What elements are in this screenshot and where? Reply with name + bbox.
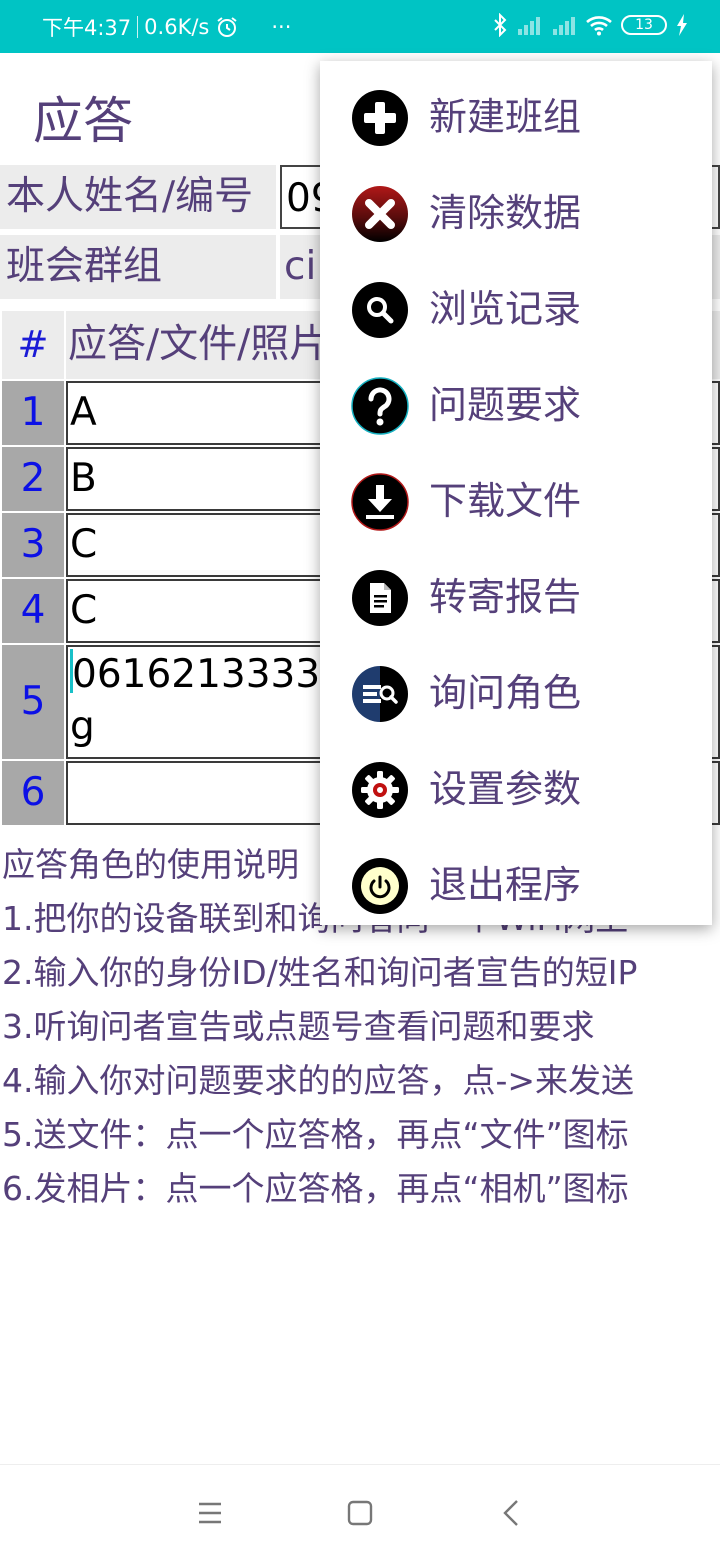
menu-item-label: 新建班组: [429, 95, 582, 139]
menu-item-ask-role[interactable]: 询问角色: [320, 645, 712, 741]
help-line: 6.发相片：点一个应答格，再点“相机”图标: [2, 1169, 629, 1208]
menu-item-label: 问题要求: [429, 383, 582, 427]
plus-icon: [352, 90, 408, 146]
menu-item-question-requirements[interactable]: 问题要求: [320, 357, 712, 453]
menu-item-browse-records[interactable]: 浏览记录: [320, 261, 712, 357]
row-number[interactable]: 3: [2, 513, 64, 577]
help-line: 2.输入你的身份ID/姓名和询问者宣告的短IP: [2, 953, 638, 992]
more-notifications: ···: [271, 15, 292, 39]
row-number[interactable]: 1: [2, 381, 64, 445]
signal-icon-2: [553, 17, 575, 35]
alarm-icon: [217, 17, 237, 37]
menu-item-clear-data[interactable]: 清除数据: [320, 165, 712, 261]
status-time: 下午4:37: [42, 16, 132, 40]
app-title: 应答: [33, 92, 133, 150]
help-line: 4.输入你对问题要求的的应答，点->来发送: [2, 1061, 635, 1100]
menu-item-label: 下载文件: [429, 479, 582, 523]
menu-item-label: 设置参数: [429, 767, 582, 811]
signal-icon-1: [518, 17, 540, 35]
row-number[interactable]: 4: [2, 579, 64, 643]
battery-indicator: 13: [621, 15, 667, 35]
row-number[interactable]: 5: [2, 645, 64, 759]
back-icon[interactable]: [492, 1493, 532, 1533]
menu-item-label: 浏览记录: [429, 287, 582, 331]
menu-item-exit[interactable]: 退出程序: [320, 837, 712, 933]
status-bar: 下午4:37 0.6K/s ··· 13: [0, 0, 720, 53]
status-speed: 0.6K/s: [144, 15, 210, 39]
download-icon: [351, 473, 409, 531]
menu-item-label: 清除数据: [429, 191, 582, 235]
group-label: 班会群组: [0, 235, 276, 299]
answer-text: 0616213333.: [72, 652, 333, 697]
status-divider: [137, 16, 139, 38]
bluetooth-icon: [494, 13, 507, 37]
wifi-icon: [586, 16, 612, 36]
menu-item-new-group[interactable]: 新建班组: [320, 69, 712, 165]
charging-icon: [677, 14, 687, 36]
power-icon: [352, 858, 408, 914]
document-icon: [352, 570, 408, 626]
name-label: 本人姓名/编号: [0, 165, 276, 229]
menu-item-label: 转寄报告: [429, 575, 582, 619]
close-icon: [352, 186, 408, 242]
row-number[interactable]: 6: [2, 761, 64, 825]
status-right: 13: [493, 11, 688, 39]
home-icon[interactable]: [340, 1493, 380, 1533]
overflow-menu: 新建班组 清除数据 浏览记录 问题要求 下载文件 转寄报告 询问角色 设置参数 …: [320, 61, 712, 925]
row-number[interactable]: 2: [2, 447, 64, 511]
header-number: #: [2, 311, 64, 379]
menu-item-label: 询问角色: [429, 671, 582, 715]
list-search-icon: [352, 666, 408, 722]
navigation-bar: [0, 1464, 720, 1561]
help-line: 3.听询问者宣告或点题号查看问题和要求: [2, 1007, 595, 1046]
search-icon: [352, 282, 408, 338]
help-line: 5.送文件：点一个应答格，再点“文件”图标: [2, 1115, 629, 1154]
status-left: 下午4:37 0.6K/s ···: [42, 12, 291, 42]
menu-item-settings[interactable]: 设置参数: [320, 741, 712, 837]
menu-icon[interactable]: [190, 1493, 230, 1533]
menu-item-label: 退出程序: [429, 863, 582, 907]
question-icon: [351, 377, 409, 435]
menu-item-forward-report[interactable]: 转寄报告: [320, 549, 712, 645]
menu-item-download-file[interactable]: 下载文件: [320, 453, 712, 549]
gear-icon: [352, 762, 408, 818]
